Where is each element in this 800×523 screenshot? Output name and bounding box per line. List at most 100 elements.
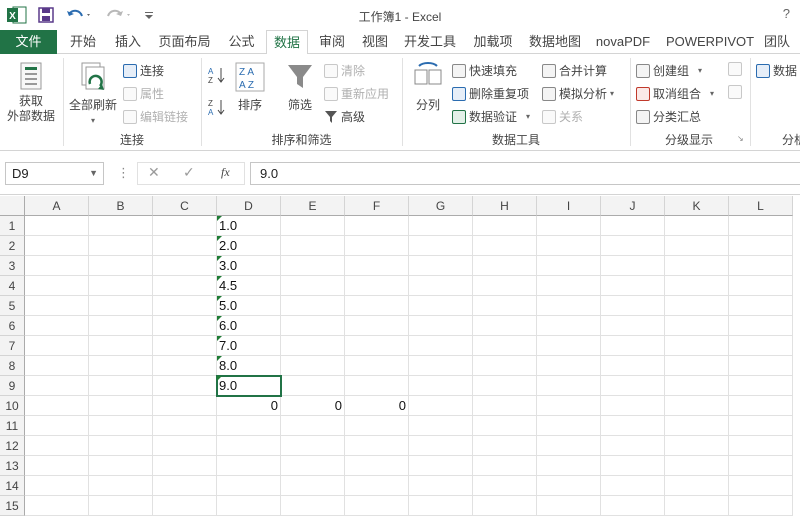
filter-button[interactable]: 筛选 [280, 62, 320, 113]
cell-a4[interactable] [25, 276, 89, 296]
cell-b6[interactable] [89, 316, 153, 336]
sort-button[interactable]: Z AA Z 排序 [230, 62, 270, 113]
cell-c2[interactable] [153, 236, 217, 256]
connections-button[interactable]: 连接 [123, 62, 164, 79]
cell-g6[interactable] [409, 316, 473, 336]
tab-developer[interactable]: 开发工具 [398, 30, 462, 54]
reapply-button[interactable]: 重新应用 [324, 85, 389, 102]
cell-i13[interactable] [537, 456, 601, 476]
cell-j1[interactable] [601, 216, 665, 236]
name-box-dropdown-icon[interactable]: ▼ [89, 163, 98, 184]
cell-b5[interactable] [89, 296, 153, 316]
cell-i11[interactable] [537, 416, 601, 436]
row-header-12[interactable]: 12 [0, 436, 25, 456]
column-header-c[interactable]: C [153, 196, 217, 216]
cell-a7[interactable] [25, 336, 89, 356]
cell-h15[interactable] [473, 496, 537, 516]
cell-a1[interactable] [25, 216, 89, 236]
cell-k6[interactable] [665, 316, 729, 336]
formula-bar-options-icon[interactable]: ⋮ [117, 165, 130, 181]
cell-e10[interactable]: 0 [281, 396, 345, 416]
cell-a10[interactable] [25, 396, 89, 416]
cell-d14[interactable] [217, 476, 281, 496]
cell-k10[interactable] [665, 396, 729, 416]
column-header-l[interactable]: L [729, 196, 793, 216]
properties-button[interactable]: 属性 [123, 85, 164, 102]
cell-l12[interactable] [729, 436, 793, 456]
cell-i3[interactable] [537, 256, 601, 276]
cell-j14[interactable] [601, 476, 665, 496]
cell-a13[interactable] [25, 456, 89, 476]
tab-data-map[interactable]: 数据地图 [524, 30, 586, 54]
cell-g13[interactable] [409, 456, 473, 476]
cell-d15[interactable] [217, 496, 281, 516]
cell-k9[interactable] [665, 376, 729, 396]
cell-h11[interactable] [473, 416, 537, 436]
cell-g12[interactable] [409, 436, 473, 456]
cell-d7[interactable]: 7.0 [217, 336, 281, 356]
cell-k12[interactable] [665, 436, 729, 456]
cell-k7[interactable] [665, 336, 729, 356]
subtotal-button[interactable]: 分类汇总 [636, 108, 701, 125]
row-header-15[interactable]: 15 [0, 496, 25, 516]
cell-c9[interactable] [153, 376, 217, 396]
cell-l9[interactable] [729, 376, 793, 396]
clear-filter-button[interactable]: 清除 [324, 62, 365, 79]
cell-j5[interactable] [601, 296, 665, 316]
cell-l11[interactable] [729, 416, 793, 436]
cell-a2[interactable] [25, 236, 89, 256]
cell-j6[interactable] [601, 316, 665, 336]
cell-b14[interactable] [89, 476, 153, 496]
cell-i1[interactable] [537, 216, 601, 236]
cell-e3[interactable] [281, 256, 345, 276]
cell-e2[interactable] [281, 236, 345, 256]
cell-c7[interactable] [153, 336, 217, 356]
cell-f2[interactable] [345, 236, 409, 256]
cell-j4[interactable] [601, 276, 665, 296]
remove-duplicates-button[interactable]: 删除重复项 [452, 85, 529, 102]
row-header-4[interactable]: 4 [0, 276, 25, 296]
cell-a15[interactable] [25, 496, 89, 516]
row-header-11[interactable]: 11 [0, 416, 25, 436]
cell-l13[interactable] [729, 456, 793, 476]
relationships-button[interactable]: 关系 [542, 108, 583, 125]
cell-d13[interactable] [217, 456, 281, 476]
tab-powerpivot[interactable]: POWERPIVOT [660, 30, 760, 54]
cell-h10[interactable] [473, 396, 537, 416]
cell-f8[interactable] [345, 356, 409, 376]
cell-d4[interactable]: 4.5 [217, 276, 281, 296]
data-validation-button[interactable]: 数据验证 ▾ [452, 108, 530, 125]
cell-l14[interactable] [729, 476, 793, 496]
group-button[interactable]: 创建组 ▾ [636, 62, 702, 79]
row-header-2[interactable]: 2 [0, 236, 25, 256]
cell-h2[interactable] [473, 236, 537, 256]
cell-f7[interactable] [345, 336, 409, 356]
cell-f6[interactable] [345, 316, 409, 336]
cell-k8[interactable] [665, 356, 729, 376]
cell-l3[interactable] [729, 256, 793, 276]
row-header-3[interactable]: 3 [0, 256, 25, 276]
cell-b8[interactable] [89, 356, 153, 376]
cell-f10[interactable]: 0 [345, 396, 409, 416]
consolidate-button[interactable]: 合并计算 [542, 62, 607, 79]
cell-j7[interactable] [601, 336, 665, 356]
cell-d2[interactable]: 2.0 [217, 236, 281, 256]
tab-insert[interactable]: 插入 [108, 30, 148, 54]
cell-d12[interactable] [217, 436, 281, 456]
cell-b2[interactable] [89, 236, 153, 256]
cell-g10[interactable] [409, 396, 473, 416]
cell-j9[interactable] [601, 376, 665, 396]
cell-k2[interactable] [665, 236, 729, 256]
cell-b3[interactable] [89, 256, 153, 276]
tab-data[interactable]: 数据 [266, 30, 308, 55]
cell-i8[interactable] [537, 356, 601, 376]
column-header-a[interactable]: A [25, 196, 89, 216]
cell-e8[interactable] [281, 356, 345, 376]
cell-k3[interactable] [665, 256, 729, 276]
cell-d5[interactable]: 5.0 [217, 296, 281, 316]
cell-c6[interactable] [153, 316, 217, 336]
cell-k11[interactable] [665, 416, 729, 436]
name-box[interactable]: D9 ▼ [5, 162, 104, 185]
cell-c12[interactable] [153, 436, 217, 456]
cell-a9[interactable] [25, 376, 89, 396]
